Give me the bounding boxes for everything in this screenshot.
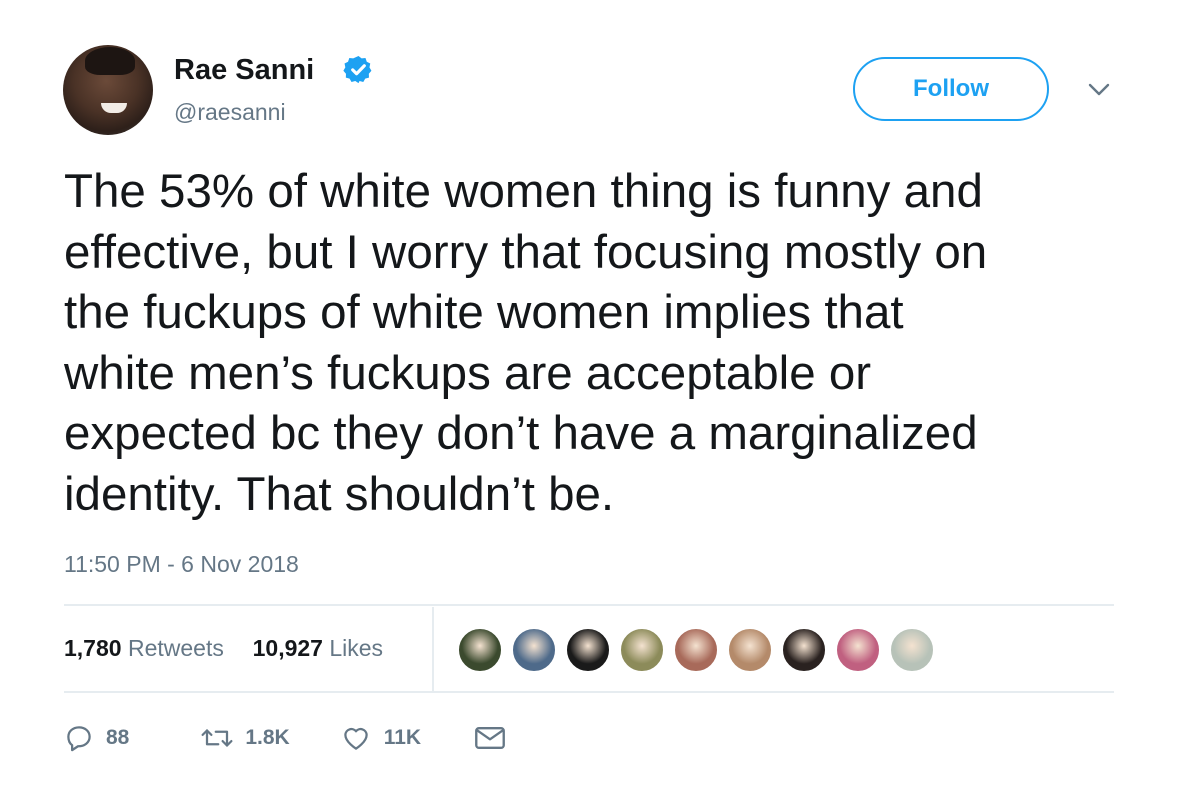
chevron-down-icon[interactable]: [1087, 82, 1111, 98]
liker-avatars: [457, 627, 943, 673]
likes-label[interactable]: Likes: [329, 635, 383, 661]
tweet-line: white men’s fuckups are acceptable or: [64, 346, 872, 400]
verified-badge-icon: [343, 55, 372, 84]
likes-count[interactable]: 10,927: [253, 635, 323, 661]
avatar-smile: [101, 103, 127, 113]
liker-avatar[interactable]: [565, 627, 611, 673]
envelope-icon: [475, 727, 506, 749]
reply-count: 88: [106, 726, 130, 749]
author-name[interactable]: Rae Sanni: [174, 54, 314, 87]
tweet-line: effective, but I worry that focusing mos…: [64, 225, 988, 279]
divider: [64, 691, 1114, 693]
liker-avatar[interactable]: [511, 627, 557, 673]
tweet-line: the fuckups of white women implies that: [64, 286, 904, 339]
tweet-line: identity. That shouldn’t be.: [64, 467, 615, 521]
follow-button[interactable]: Follow: [853, 57, 1049, 121]
direct-message-action[interactable]: [473, 723, 507, 753]
tweet-timestamp[interactable]: 11:50 PM - 6 Nov 2018: [64, 551, 299, 578]
liker-avatar[interactable]: [619, 627, 665, 673]
retweet-icon: [201, 729, 233, 747]
stats-divider: [432, 607, 434, 692]
reply-icon: [67, 726, 91, 752]
liker-avatar[interactable]: [727, 627, 773, 673]
tweet-stats: 1,780 Retweets 10,927 Likes: [64, 635, 383, 662]
divider: [64, 604, 1114, 606]
tweet-line: The 53% of white women thing is funny an…: [64, 165, 983, 218]
liker-avatar[interactable]: [889, 627, 935, 673]
liker-avatar[interactable]: [781, 627, 827, 673]
like-action[interactable]: 11K: [340, 723, 421, 753]
liker-avatar[interactable]: [673, 627, 719, 673]
retweets-count[interactable]: 1,780: [64, 635, 122, 661]
liker-avatar[interactable]: [835, 627, 881, 673]
reply-action[interactable]: 88: [64, 723, 129, 753]
avatar-hair: [85, 47, 135, 75]
author-handle[interactable]: @raesanni: [174, 99, 286, 126]
retweet-action[interactable]: 1.8K: [199, 723, 290, 753]
like-count: 11K: [383, 726, 422, 749]
tweet-text: The 53% of white women thing is funny an…: [64, 162, 1124, 525]
liker-avatar[interactable]: [457, 627, 503, 673]
retweets-label[interactable]: Retweets: [128, 635, 224, 661]
retweet-count: 1.8K: [245, 726, 290, 749]
author-avatar[interactable]: [63, 45, 153, 135]
tweet-actions: 88 1.8K 11K: [64, 718, 507, 758]
heart-icon: [343, 727, 368, 750]
tweet-line: expected bc they don’t have a marginaliz…: [64, 407, 978, 460]
